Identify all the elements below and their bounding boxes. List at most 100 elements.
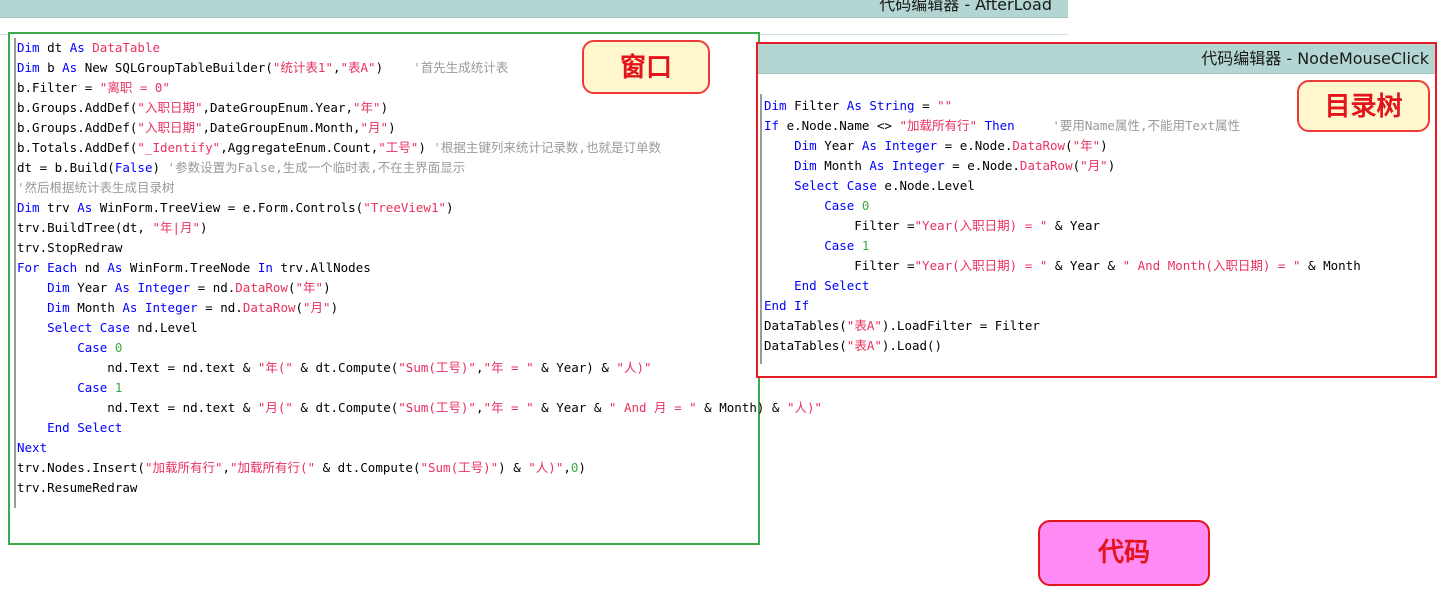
code-line: trv.StopRedraw — [17, 238, 822, 258]
code-token: trv.BuildTree(dt, — [17, 220, 153, 235]
code-token: = e.Node. — [937, 138, 1013, 153]
code-token: Case — [77, 340, 108, 355]
code-token: DataRow — [1019, 158, 1073, 173]
code-token: Next — [17, 440, 48, 455]
code-token: "统计表1" — [272, 60, 333, 75]
code-token: As — [69, 40, 85, 55]
code-token: Dim — [17, 40, 40, 55]
code-token: Dim — [47, 280, 70, 295]
code-token: ( — [287, 280, 296, 295]
code-token: Month — [69, 300, 123, 315]
code-token: ( — [1072, 158, 1081, 173]
afterload-editor-title: 代码编辑器 - AfterLoad — [0, 0, 1068, 18]
code-token: trv.AllNodes — [272, 260, 371, 275]
code-token: , — [332, 60, 341, 75]
code-token: ) — [418, 140, 434, 155]
code-token: trv.Nodes.Insert( — [17, 460, 145, 475]
code-token: ( — [295, 300, 304, 315]
code-token: , — [563, 460, 571, 475]
code-line: trv.ResumeRedraw — [17, 478, 822, 498]
code-token: As — [861, 138, 877, 153]
code-token: End If — [764, 298, 810, 313]
code-token: "月" — [1080, 158, 1108, 173]
code-token: "Sum(工号)" — [398, 400, 476, 415]
afterload-code-editor[interactable]: Dim dt As DataTable Dim b As New SQLGroup… — [8, 32, 822, 545]
code-line: Case 1 — [764, 236, 1361, 256]
code-token: "年" — [1072, 138, 1101, 153]
code-line: b.Groups.AddDef("入职日期",DateGroupEnum.Mon… — [17, 118, 822, 138]
code-token: Case — [77, 380, 108, 395]
code-token: Dim — [17, 200, 40, 215]
code-token: trv — [39, 200, 78, 215]
code-token: Filter — [786, 98, 847, 113]
code-token: Year — [816, 138, 862, 153]
code-token: & dt.Compute( — [315, 460, 421, 475]
code-token: Integer — [137, 280, 191, 295]
code-token: "月(" — [257, 400, 293, 415]
code-token: "表A" — [340, 60, 376, 75]
code-line: Dim Year As Integer = nd.DataRow("年") — [17, 278, 822, 298]
code-token: & Year & — [533, 400, 609, 415]
code-token: '根据主键列来统计记录数,也就是订单数 — [433, 140, 661, 155]
code-token: "工号" — [378, 140, 419, 155]
code-token: "人)" — [786, 400, 823, 415]
code-token: As — [114, 280, 130, 295]
code-token: If — [764, 118, 780, 133]
code-line: For Each nd As WinForm.TreeNode In trv.A… — [17, 258, 822, 278]
code-token: Filter = — [764, 218, 915, 233]
code-token: nd.Text = nd.text & — [17, 400, 258, 415]
code-token: ) — [446, 200, 454, 215]
code-line: trv.Nodes.Insert("加载所有行","加载所有行(" & dt.C… — [17, 458, 822, 478]
code-token: "年 = " — [483, 360, 534, 375]
code-token: Filter = — [764, 258, 915, 273]
code-line: b.Groups.AddDef("入职日期",DateGroupEnum.Yea… — [17, 98, 822, 118]
code-token: nd.Text = nd.text & — [17, 360, 258, 375]
code-token: "年" — [353, 100, 381, 115]
code-token: In — [257, 260, 273, 275]
afterload-code-area[interactable]: Dim dt As DataTable Dim b As New SQLGroup… — [17, 38, 822, 498]
code-token: "加载所有行" — [144, 460, 223, 475]
code-token: "月" — [303, 300, 331, 315]
code-token: ) — [578, 460, 586, 475]
code-token: Year — [69, 280, 115, 295]
code-line: b.Totals.AddDef("_Identify",AggregateEnu… — [17, 138, 822, 158]
editor-gutter — [14, 38, 16, 508]
code-token: b.Totals.AddDef( — [17, 140, 138, 155]
code-token: , — [222, 460, 231, 475]
code-line: '然后根据统计表生成目录树 — [17, 178, 822, 198]
code-token: False — [114, 160, 153, 175]
code-token: ,DateGroupEnum.Year, — [202, 100, 353, 115]
code-token: ) — [388, 120, 396, 135]
code-line: nd.Text = nd.text & "年(" & dt.Compute("S… — [17, 358, 822, 378]
code-token: End Select — [794, 278, 870, 293]
code-token: 0 — [114, 340, 123, 355]
code-token: b.Filter = — [17, 80, 100, 95]
code-token: = nd. — [190, 280, 236, 295]
code-token: Integer — [891, 158, 945, 173]
code-token: & Year) & — [533, 360, 617, 375]
code-token: "人)" — [528, 460, 564, 475]
code-token: As — [107, 260, 123, 275]
code-token: ) — [380, 100, 389, 115]
code-token: ) — [152, 160, 168, 175]
code-line: End Select — [764, 276, 1361, 296]
callout-tree-label: 目录树 — [1297, 80, 1430, 132]
nodemouseclick-code-area[interactable]: Dim Filter As String = "" If e.Node.Name … — [764, 96, 1361, 356]
code-token: ( — [1065, 138, 1073, 153]
code-token: Case — [824, 198, 855, 213]
code-token: Dim — [794, 138, 817, 153]
code-line: Case 0 — [17, 338, 822, 358]
code-line: DataTables("表A").LoadFilter = Filter — [764, 316, 1361, 336]
code-token: dt — [39, 40, 70, 55]
code-token: "加载所有行(" — [230, 460, 316, 475]
